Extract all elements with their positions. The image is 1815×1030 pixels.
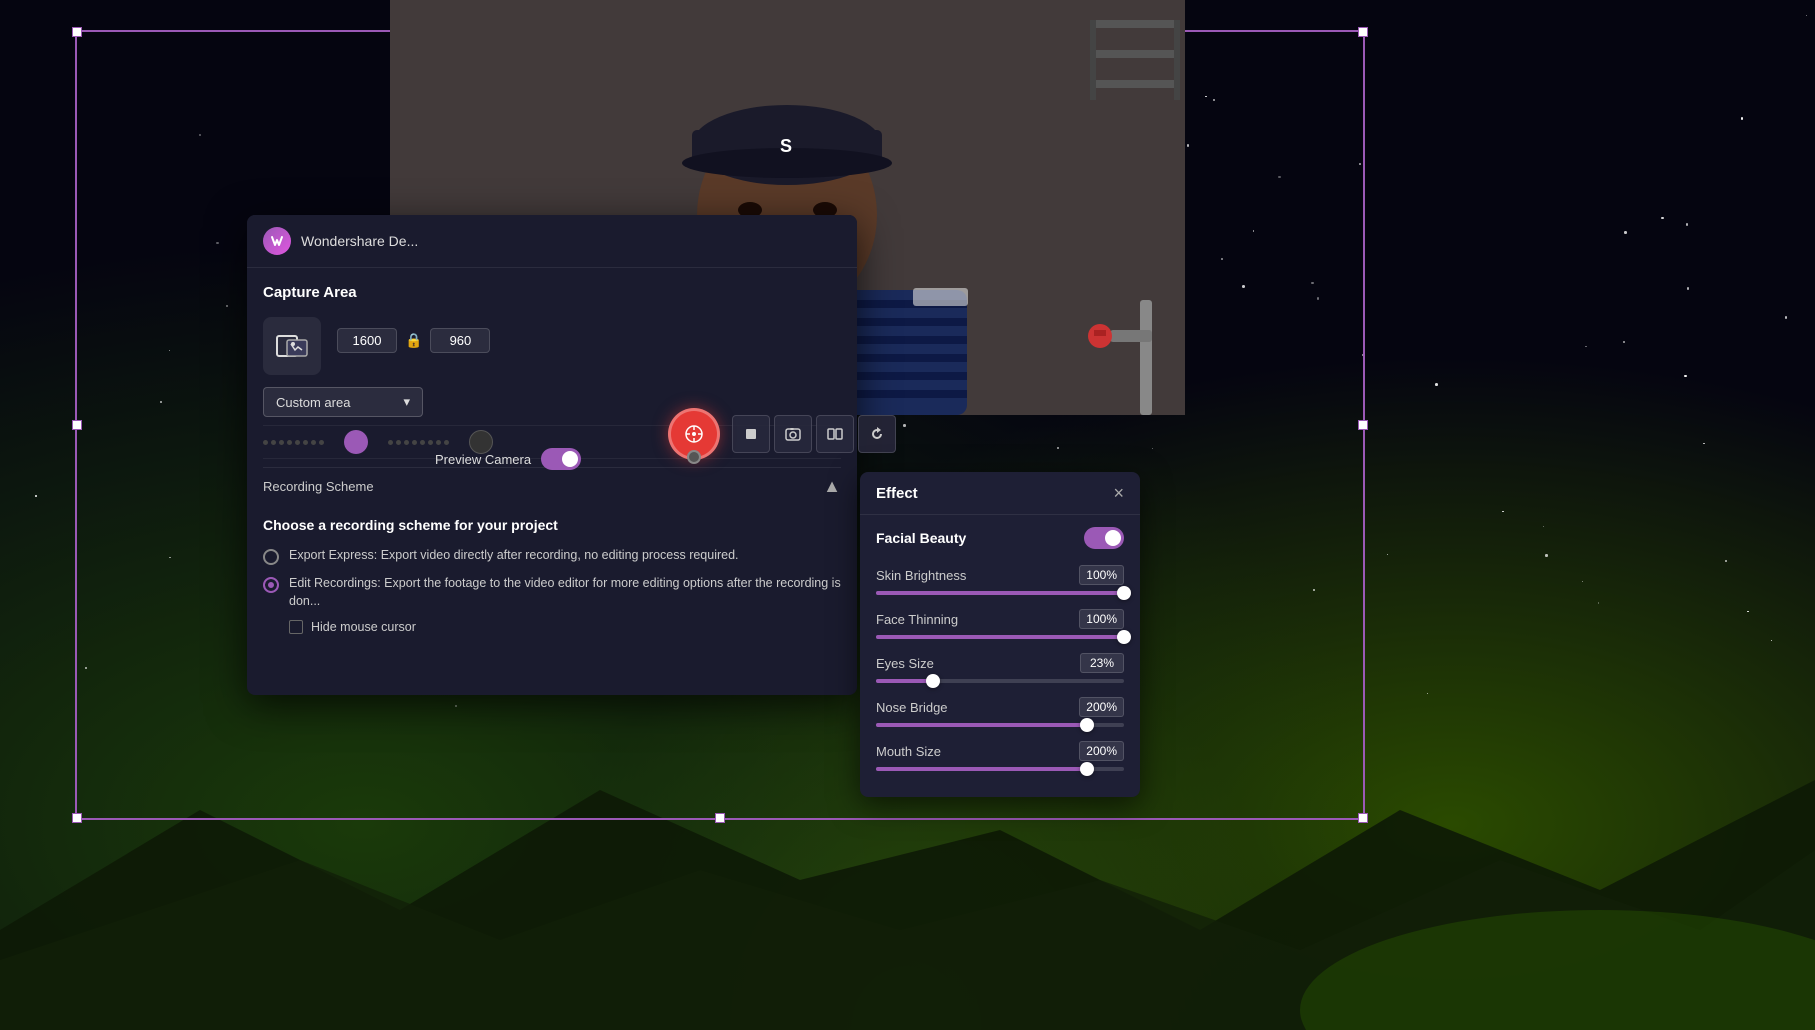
face-thinning-label: Face Thinning bbox=[876, 612, 958, 627]
recording-toolbar bbox=[668, 408, 896, 460]
hide-cursor-checkbox[interactable] bbox=[289, 620, 303, 634]
effect-panel: Effect × Facial Beauty Skin Brightness 1… bbox=[860, 472, 1140, 797]
toolbar-dots-right bbox=[388, 440, 449, 445]
scheme-toggle-button[interactable]: ▲ bbox=[823, 476, 841, 497]
capture-icon-btn[interactable] bbox=[263, 317, 321, 375]
nose-bridge-track[interactable] bbox=[876, 723, 1124, 727]
effect-header: Effect × bbox=[860, 472, 1140, 515]
edit-recordings-option[interactable]: Edit Recordings: Export the footage to t… bbox=[263, 575, 841, 610]
nose-bridge-group: Nose Bridge 200% bbox=[876, 697, 1124, 727]
eyes-size-track[interactable] bbox=[876, 679, 1124, 683]
face-thinning-fill bbox=[876, 635, 1124, 639]
eyes-size-value: 23% bbox=[1080, 653, 1124, 673]
wondershare-icon bbox=[268, 232, 286, 250]
mouth-size-label: Mouth Size bbox=[876, 744, 941, 759]
export-express-label: Export Express: Export video directly af… bbox=[289, 547, 739, 565]
recording-scheme-row: Recording Scheme ▲ bbox=[263, 467, 841, 505]
edit-recordings-label: Edit Recordings: Export the footage to t… bbox=[289, 575, 841, 610]
eyes-size-fill bbox=[876, 679, 933, 683]
dot-indicator bbox=[687, 450, 701, 464]
face-thinning-value: 100% bbox=[1079, 609, 1124, 629]
export-express-radio[interactable] bbox=[263, 549, 279, 565]
split-button[interactable] bbox=[816, 415, 854, 453]
nose-bridge-fill bbox=[876, 723, 1087, 727]
skin-brightness-thumb bbox=[1117, 586, 1131, 600]
mouth-size-group: Mouth Size 200% bbox=[876, 741, 1124, 771]
hide-cursor-label: Hide mouse cursor bbox=[311, 620, 416, 634]
lock-icon: 🔒 bbox=[405, 332, 422, 349]
capture-area-row: 1600 🔒 960 bbox=[263, 317, 841, 375]
preview-camera-label: Preview Camera bbox=[435, 452, 531, 467]
facial-beauty-label: Facial Beauty bbox=[876, 530, 966, 546]
face-thinning-track[interactable] bbox=[876, 635, 1124, 639]
capture-type-dropdown[interactable]: Custom area ▾ bbox=[263, 387, 423, 417]
refresh-icon bbox=[869, 426, 885, 442]
screenshot-icon bbox=[785, 427, 801, 441]
mouth-size-thumb bbox=[1080, 762, 1094, 776]
choose-scheme-title: Choose a recording scheme for your proje… bbox=[263, 517, 841, 533]
mic-indicator bbox=[344, 430, 368, 454]
nose-bridge-thumb bbox=[1080, 718, 1094, 732]
effect-close-button[interactable]: × bbox=[1113, 484, 1124, 502]
screenshot-button[interactable] bbox=[774, 415, 812, 453]
skin-brightness-group: Skin Brightness 100% bbox=[876, 565, 1124, 595]
nose-bridge-value: 200% bbox=[1079, 697, 1124, 717]
edit-recordings-radio[interactable] bbox=[263, 577, 279, 593]
face-thinning-group: Face Thinning 100% bbox=[876, 609, 1124, 639]
eyes-size-label: Eyes Size bbox=[876, 656, 934, 671]
preview-camera-row: Preview Camera bbox=[435, 448, 581, 470]
ws-logo bbox=[263, 227, 291, 255]
resolution-controls: 1600 🔒 960 bbox=[337, 328, 490, 365]
effect-title: Effect bbox=[876, 485, 918, 502]
face-thinning-header: Face Thinning 100% bbox=[876, 609, 1124, 629]
facial-beauty-toggle[interactable] bbox=[1084, 527, 1124, 549]
facial-beauty-row: Facial Beauty bbox=[876, 527, 1124, 549]
eyes-size-header: Eyes Size 23% bbox=[876, 653, 1124, 673]
svg-text:S: S bbox=[780, 136, 792, 156]
nose-bridge-label: Nose Bridge bbox=[876, 700, 948, 715]
capture-area-title: Capture Area bbox=[263, 284, 841, 301]
ws-title: Wondershare De... bbox=[301, 233, 418, 249]
eyes-size-group: Eyes Size 23% bbox=[876, 653, 1124, 683]
skin-brightness-fill bbox=[876, 591, 1124, 595]
split-icon bbox=[827, 427, 843, 441]
stop-button[interactable] bbox=[732, 415, 770, 453]
nose-bridge-header: Nose Bridge 200% bbox=[876, 697, 1124, 717]
crosshair-icon bbox=[683, 423, 705, 445]
dropdown-chevron-icon: ▾ bbox=[403, 394, 410, 410]
height-input[interactable]: 960 bbox=[430, 328, 490, 353]
stop-icon bbox=[744, 427, 758, 441]
skin-brightness-track[interactable] bbox=[876, 591, 1124, 595]
mouth-size-value: 200% bbox=[1079, 741, 1124, 761]
ws-header: Wondershare De... bbox=[247, 215, 857, 268]
skin-brightness-value: 100% bbox=[1079, 565, 1124, 585]
hide-cursor-row: Hide mouse cursor bbox=[289, 620, 841, 634]
face-thinning-thumb bbox=[1117, 630, 1131, 644]
eyes-size-thumb bbox=[926, 674, 940, 688]
effect-body: Facial Beauty Skin Brightness 100% Face … bbox=[860, 515, 1140, 797]
skin-brightness-label: Skin Brightness bbox=[876, 568, 966, 583]
preview-camera-toggle[interactable] bbox=[541, 448, 581, 470]
skin-brightness-header: Skin Brightness 100% bbox=[876, 565, 1124, 585]
width-input[interactable]: 1600 bbox=[337, 328, 397, 353]
mouth-size-fill bbox=[876, 767, 1087, 771]
mouth-size-header: Mouth Size 200% bbox=[876, 741, 1124, 761]
mouth-size-track[interactable] bbox=[876, 767, 1124, 771]
recording-scheme-label: Recording Scheme bbox=[263, 479, 374, 494]
toolbar-buttons bbox=[732, 415, 896, 453]
capture-icon bbox=[276, 332, 308, 360]
toolbar-dots-left bbox=[263, 440, 324, 445]
export-express-option[interactable]: Export Express: Export video directly af… bbox=[263, 547, 841, 565]
refresh-button[interactable] bbox=[858, 415, 896, 453]
